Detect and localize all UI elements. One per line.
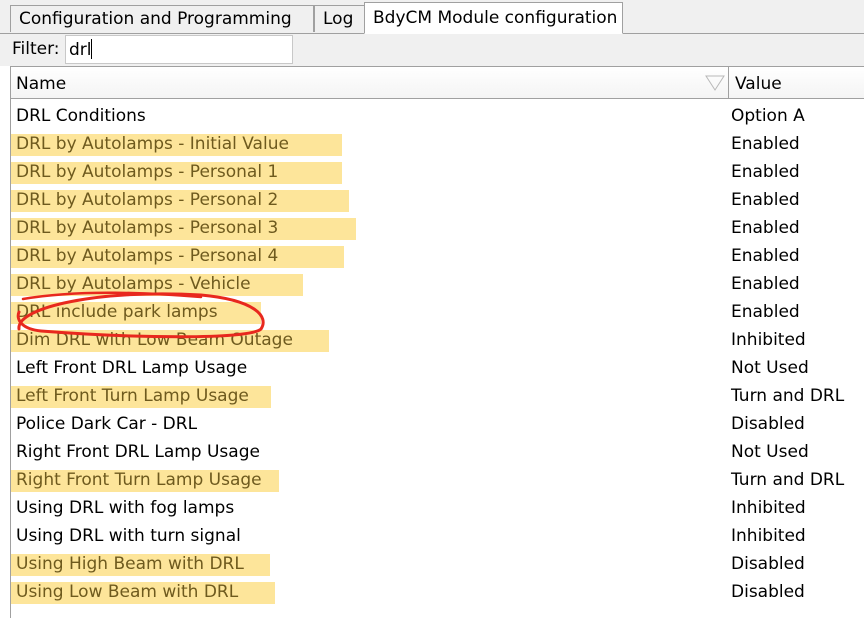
row-name: DRL by Autolamps - Personal 1 [16, 162, 279, 182]
table-row[interactable]: Using DRL with fog lamps Inhibited [11, 494, 864, 522]
row-name: Left Front Turn Lamp Usage [16, 386, 249, 406]
row-name: Dim DRL with Low Beam Outage [16, 330, 293, 350]
column-header-name[interactable]: Name [11, 67, 729, 98]
row-value[interactable]: Enabled [731, 158, 800, 186]
row-value[interactable]: Inhibited [731, 522, 806, 550]
sort-indicator-icon [705, 75, 725, 91]
table-row[interactable]: DRL include park lamps Enabled [11, 298, 864, 326]
text-cursor-icon [91, 39, 92, 59]
tab-log[interactable]: Log [314, 5, 366, 32]
row-value[interactable]: Not Used [731, 438, 809, 466]
row-name: Using High Beam with DRL [16, 554, 244, 574]
row-value[interactable]: Disabled [731, 410, 805, 438]
row-name: Using DRL with fog lamps [16, 498, 235, 518]
row-name: Right Front DRL Lamp Usage [16, 442, 260, 462]
table-row[interactable]: Right Front DRL Lamp Usage Not Used [11, 438, 864, 466]
table-row[interactable]: Left Front Turn Lamp Usage Turn and DRL [11, 382, 864, 410]
row-value[interactable]: Enabled [731, 214, 800, 242]
row-value[interactable]: Enabled [731, 130, 800, 158]
row-value[interactable]: Turn and DRL [731, 382, 844, 410]
row-name: DRL by Autolamps - Vehicle [16, 274, 251, 294]
row-name: DRL Conditions [16, 106, 146, 126]
table-header: Name Value [11, 67, 864, 99]
row-value[interactable]: Enabled [731, 298, 800, 326]
row-name: DRL include park lamps [16, 302, 218, 322]
row-value[interactable]: Inhibited [731, 326, 806, 354]
table-row[interactable]: DRL by Autolamps - Initial Value Enabled [11, 130, 864, 158]
filter-bar: Filter: [0, 34, 864, 66]
table-row[interactable]: Using DRL with turn signal Inhibited [11, 522, 864, 550]
row-value[interactable]: Not Used [731, 354, 809, 382]
row-name: Police Dark Car - DRL [16, 414, 198, 434]
row-name: Using DRL with turn signal [16, 526, 241, 546]
table-row[interactable]: Using High Beam with DRL Disabled [11, 550, 864, 578]
table-row[interactable]: Dim DRL with Low Beam Outage Inhibited [11, 326, 864, 354]
tab-configuration-and-programming[interactable]: Configuration and Programming [10, 5, 314, 32]
row-value[interactable]: Disabled [731, 550, 805, 578]
table-row[interactable]: Left Front DRL Lamp Usage Not Used [11, 354, 864, 382]
table-row[interactable]: DRL by Autolamps - Personal 3 Enabled [11, 214, 864, 242]
row-name: DRL by Autolamps - Personal 4 [16, 246, 279, 266]
tab-bdycm-module-configuration[interactable]: BdyCM Module configuration [364, 2, 623, 34]
table-row[interactable]: Using Low Beam with DRL Disabled [11, 578, 864, 606]
row-value[interactable]: Enabled [731, 186, 800, 214]
table-body: DRL Conditions Option A DRL by Autolamps -… [11, 102, 864, 606]
row-name: DRL by Autolamps - Personal 3 [16, 218, 279, 238]
row-name: Left Front DRL Lamp Usage [16, 358, 248, 378]
filter-label: Filter: [12, 39, 60, 59]
table-row[interactable]: DRL by Autolamps - Personal 2 Enabled [11, 186, 864, 214]
table-row[interactable]: DRL Conditions Option A [11, 102, 864, 130]
row-name: DRL by Autolamps - Initial Value [16, 134, 289, 154]
table-row[interactable]: DRL by Autolamps - Personal 4 Enabled [11, 242, 864, 270]
row-name: Using Low Beam with DRL [16, 582, 239, 602]
tab-bar: Configuration and Programming Log BdyCM … [0, 0, 864, 34]
row-value[interactable]: Turn and DRL [731, 466, 844, 494]
row-value[interactable]: Inhibited [731, 494, 806, 522]
row-value[interactable]: Enabled [731, 242, 800, 270]
table-row[interactable]: DRL by Autolamps - Personal 1 Enabled [11, 158, 864, 186]
settings-table: Name Value DRL Conditions Option A DRL by … [10, 66, 864, 618]
row-name: Right Front Turn Lamp Usage [16, 470, 262, 490]
column-header-value[interactable]: Value [730, 67, 864, 98]
table-row[interactable]: Police Dark Car - DRL Disabled [11, 410, 864, 438]
table-row[interactable]: Right Front Turn Lamp Usage Turn and DRL [11, 466, 864, 494]
row-name: DRL by Autolamps - Personal 2 [16, 190, 279, 210]
filter-input[interactable] [65, 35, 293, 64]
table-row[interactable]: DRL by Autolamps - Vehicle Enabled [11, 270, 864, 298]
row-value[interactable]: Disabled [731, 578, 805, 606]
row-value[interactable]: Enabled [731, 270, 800, 298]
row-value[interactable]: Option A [731, 102, 805, 130]
